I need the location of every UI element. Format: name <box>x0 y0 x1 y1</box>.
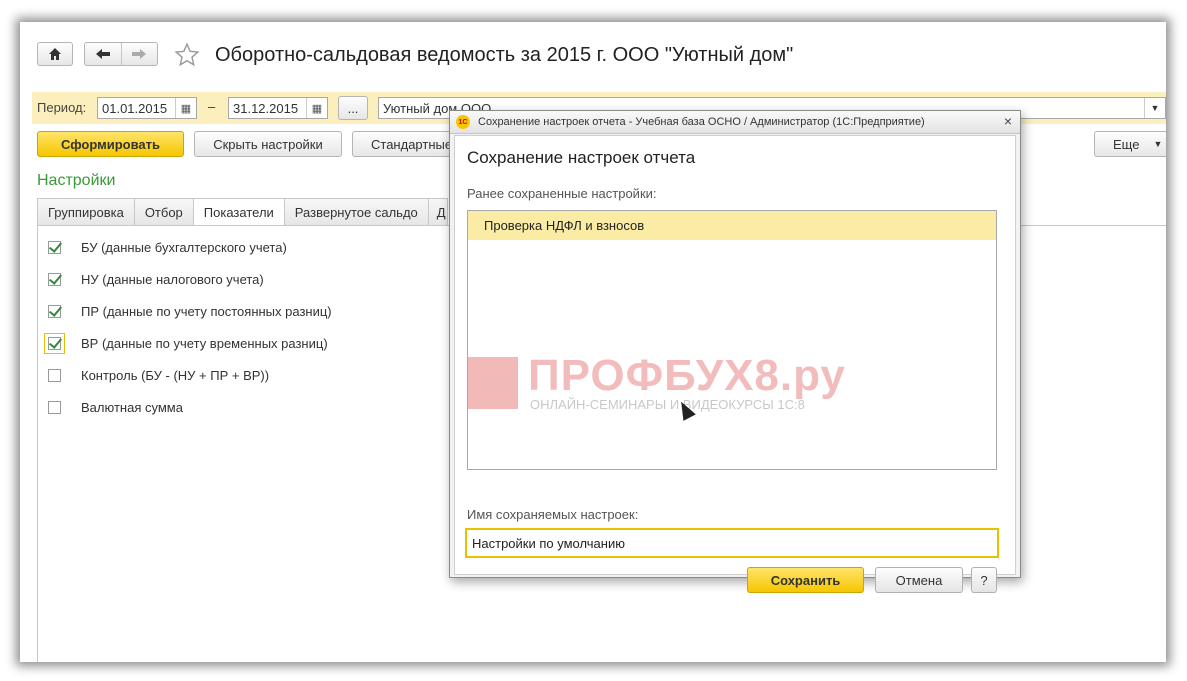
checkbox[interactable] <box>48 368 61 382</box>
arrow-left-icon <box>95 49 110 59</box>
dialog-heading: Сохранение настроек отчета <box>467 148 696 167</box>
checkbox-label: БУ (данные бухгалтерского учета) <box>81 239 287 255</box>
tab-more[interactable]: Д <box>427 198 448 226</box>
tab-indicators[interactable]: Показатели <box>192 198 284 226</box>
checkbox-row-vr[interactable]: ВР (данные по учету временных разниц) <box>44 332 328 354</box>
save-settings-dialog: 1С Сохранение настроек отчета - Учебная … <box>449 110 1021 593</box>
cancel-button[interactable]: Отмена <box>875 567 963 593</box>
forward-button[interactable] <box>122 43 158 65</box>
watermark-subtext: ОНЛАЙН-СЕМИНАРЫ И ВИДЕОКУРСЫ 1С:8 <box>530 397 805 412</box>
period-label: Период: <box>37 100 87 115</box>
close-icon[interactable]: × <box>1004 113 1012 129</box>
save-button[interactable]: Сохранить <box>747 567 864 593</box>
back-button[interactable] <box>85 43 122 65</box>
favorite-star-icon[interactable] <box>174 42 200 73</box>
checkbox-row-control[interactable]: Контроль (БУ - (НУ + ПР + ВР)) <box>48 365 269 385</box>
period-to-value: 31.12.2015 <box>233 101 299 116</box>
saved-settings-list[interactable]: Проверка НДФЛ и взносов ПРОФБУХ8.ру ОНЛА… <box>467 210 997 470</box>
period-to-field[interactable]: 31.12.2015 ▦ <box>228 97 328 119</box>
checkbox-row-bu[interactable]: БУ (данные бухгалтерского учета) <box>48 237 287 257</box>
checkbox[interactable] <box>48 304 61 318</box>
panel-border <box>37 225 38 662</box>
dropdown-arrow-icon[interactable]: ▼ <box>1144 98 1165 118</box>
arrow-right-icon <box>132 49 147 59</box>
checkbox-row-nu[interactable]: НУ (данные налогового учета) <box>48 269 264 289</box>
checkbox[interactable] <box>48 240 61 254</box>
settings-name-input[interactable]: Настройки по умолчанию <box>465 528 999 558</box>
checkbox-label: Валютная сумма <box>81 399 183 415</box>
dialog-window-title: Сохранение настроек отчета - Учебная баз… <box>478 116 925 128</box>
checkbox-label: ПР (данные по учету постоянных разниц) <box>81 303 332 319</box>
checkbox-label: Контроль (БУ - (НУ + ПР + ВР)) <box>81 367 270 383</box>
tab-expanded-balance[interactable]: Развернутое сальдо <box>283 198 428 226</box>
generate-button[interactable]: Сформировать <box>37 131 184 157</box>
standard-settings-button[interactable]: Стандартные <box>352 131 462 157</box>
tab-filter[interactable]: Отбор <box>133 198 193 226</box>
more-button-label: Еще <box>1113 136 1140 152</box>
checkbox[interactable] <box>48 400 61 414</box>
settings-tabs: Группировка Отбор Показатели Развернутое… <box>37 198 448 226</box>
period-dash: – <box>208 99 216 114</box>
watermark-logo-icon <box>468 357 518 409</box>
settings-title: Настройки <box>37 172 116 189</box>
checkbox-label: ВР (данные по учету временных разниц) <box>81 335 328 351</box>
hide-settings-button[interactable]: Скрыть настройки <box>194 131 342 157</box>
watermark: ПРОФБУХ8.ру ОНЛАЙН-СЕМИНАРЫ И ВИДЕОКУРСЫ… <box>468 351 996 421</box>
period-from-field[interactable]: 01.01.2015 ▦ <box>97 97 197 119</box>
dialog-body: Сохранение настроек отчета Ранее сохране… <box>454 135 1016 593</box>
nav-buttons <box>84 42 158 66</box>
checkbox-row-pr[interactable]: ПР (данные по учету постоянных разниц) <box>48 301 332 321</box>
saved-settings-label: Ранее сохраненные настройки: <box>467 186 657 201</box>
calendar-icon[interactable]: ▦ <box>175 98 196 118</box>
checkbox-label: НУ (данные налогового учета) <box>81 271 264 287</box>
period-from-value: 01.01.2015 <box>102 101 168 116</box>
checkbox-row-currency[interactable]: Валютная сумма <box>48 397 183 417</box>
home-button[interactable] <box>37 42 73 66</box>
calendar-icon[interactable]: ▦ <box>306 98 327 118</box>
settings-name-label: Имя сохраняемых настроек: <box>467 507 639 522</box>
watermark-text: ПРОФБУХ8.ру <box>528 351 846 400</box>
tab-grouping[interactable]: Группировка <box>37 198 134 226</box>
help-button[interactable]: ? <box>971 567 997 593</box>
app-window: Оборотно-сальдовая ведомость за 2015 г. … <box>20 22 1166 662</box>
home-icon <box>49 48 61 60</box>
checkbox[interactable] <box>48 272 61 286</box>
more-button[interactable]: Еще ▼ <box>1094 131 1166 157</box>
checkbox[interactable] <box>44 332 65 354</box>
list-item[interactable]: Проверка НДФЛ и взносов <box>468 211 996 240</box>
dialog-titlebar: 1С Сохранение настроек отчета - Учебная … <box>450 111 1020 134</box>
page-title: Оборотно-сальдовая ведомость за 2015 г. … <box>215 44 794 66</box>
chevron-down-icon: ▼ <box>1153 139 1163 149</box>
1c-logo-icon: 1С <box>456 115 470 129</box>
period-select-button[interactable]: ... <box>338 96 368 120</box>
